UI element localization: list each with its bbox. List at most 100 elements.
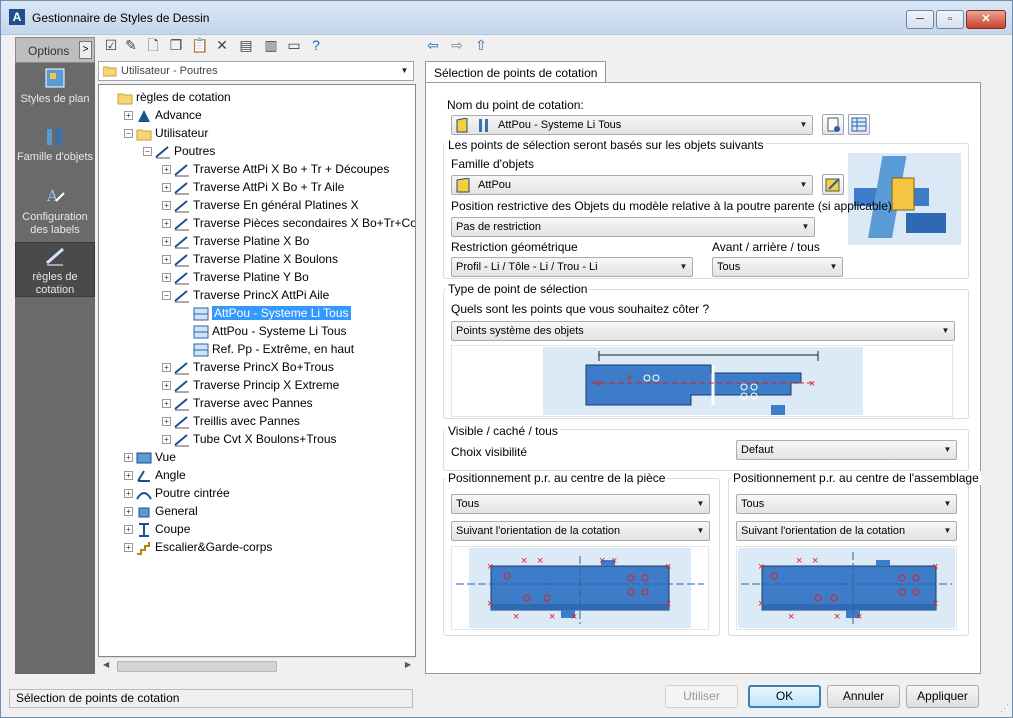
options-button[interactable]: Options > xyxy=(15,37,95,63)
up-arrow-icon[interactable]: ⇧ xyxy=(472,36,490,54)
collapse-icon[interactable]: − xyxy=(143,147,152,157)
dim-point-icon xyxy=(456,118,488,133)
import-icon[interactable]: ▤ xyxy=(237,36,255,54)
tree-node[interactable]: + Traverse Platine Y Bo xyxy=(162,268,309,286)
famille-combo[interactable]: AttPou ▼ xyxy=(451,175,813,195)
name-combo[interactable]: AttPou - Systeme Li Tous ▼ xyxy=(451,115,813,135)
ok-button[interactable]: OK xyxy=(748,685,821,708)
collapse-icon[interactable]: − xyxy=(124,129,133,139)
appliquer-button[interactable]: Appliquer xyxy=(906,685,979,708)
expand-icon[interactable]: + xyxy=(124,489,133,499)
back-arrow-icon[interactable]: ⇦ xyxy=(424,36,442,54)
tree-node[interactable]: + General xyxy=(124,502,198,520)
help-icon[interactable]: ? xyxy=(307,36,325,54)
edit-dim-point-button[interactable] xyxy=(848,114,870,135)
scroll-left-icon[interactable]: ◀ xyxy=(103,660,109,669)
expand-icon[interactable]: + xyxy=(124,111,133,121)
expand-icon[interactable]: + xyxy=(162,399,171,409)
nav-item-styles-de-plan[interactable]: Styles de plan xyxy=(15,67,95,117)
chevron-down-icon: ▼ xyxy=(679,262,688,271)
assemblage-combo-2[interactable]: Suivant l'orientation de la cotation ▼ xyxy=(736,521,957,541)
expand-icon[interactable]: + xyxy=(162,237,171,247)
scroll-right-icon[interactable]: ▶ xyxy=(405,660,411,669)
expand-icon[interactable]: + xyxy=(162,381,171,391)
tree-node[interactable]: règles de cotation xyxy=(105,88,231,106)
tree-node[interactable]: + Traverse AttPi X Bo + Tr + Découpes xyxy=(162,160,389,178)
options-expand-icon[interactable]: > xyxy=(79,41,92,59)
minimize-button[interactable]: ─ xyxy=(906,10,934,29)
tree-node[interactable]: − Poutres xyxy=(143,142,215,160)
position-combo[interactable]: Pas de restriction ▼ xyxy=(451,217,815,237)
tree-node[interactable]: + Traverse PrincX Bo+Trous xyxy=(162,358,334,376)
tree-node[interactable]: + Advance xyxy=(124,106,202,124)
expand-icon[interactable]: + xyxy=(162,255,171,265)
expand-icon[interactable]: + xyxy=(124,543,133,553)
tree-node[interactable]: − Traverse PrincX AttPi Aile xyxy=(162,286,329,304)
position-label: Position restrictive des Objets du modèl… xyxy=(451,199,892,213)
copy-icon[interactable]: ❐ xyxy=(167,36,185,54)
svg-text:×: × xyxy=(758,561,764,573)
tree-node[interactable]: + Poutre cintrée xyxy=(124,484,230,502)
assemblage-combo-1[interactable]: Tous ▼ xyxy=(736,494,957,514)
status-bar: Sélection de points de cotation xyxy=(9,689,413,708)
annuler-button[interactable]: Annuler xyxy=(827,685,900,708)
nav-item-configuration-labels[interactable]: A Configuration des labels xyxy=(15,185,95,236)
points-combo[interactable]: Points système des objets ▼ xyxy=(451,321,955,341)
maximize-button[interactable]: ▫ xyxy=(936,10,964,29)
tree-node[interactable]: Ref. Pp - Extrême, en haut xyxy=(181,340,354,358)
tree-node[interactable]: + Angle xyxy=(124,466,186,484)
expand-icon[interactable]: + xyxy=(162,165,171,175)
paste-icon[interactable]: 📋 xyxy=(191,36,209,54)
tree-node[interactable]: + Traverse AttPi X Bo + Tr Aile xyxy=(162,178,344,196)
edit-icon[interactable]: ✎ xyxy=(122,36,140,54)
avant-combo[interactable]: Tous ▼ xyxy=(712,257,843,277)
expand-icon[interactable]: + xyxy=(162,219,171,229)
tree-node[interactable]: + Escalier&Garde-corps xyxy=(124,538,272,556)
scrollbar-thumb[interactable] xyxy=(117,661,277,672)
delete-icon[interactable]: ✕ xyxy=(213,36,231,54)
tree-node[interactable]: + Traverse Princip X Extreme xyxy=(162,376,339,394)
new-icon[interactable]: 🗋 xyxy=(144,36,162,54)
edit-famille-button[interactable] xyxy=(822,174,844,195)
utiliser-button[interactable]: Utiliser xyxy=(665,685,738,708)
restriction-combo[interactable]: Profil - Li / Tôle - Li / Trou - Li ▼ xyxy=(451,257,693,277)
expand-icon[interactable]: + xyxy=(124,507,133,517)
tab-selection-points[interactable]: Sélection de points de cotation xyxy=(425,61,607,83)
expand-icon[interactable]: + xyxy=(162,417,171,427)
expand-icon[interactable]: + xyxy=(124,471,133,481)
close-button[interactable]: ✕ xyxy=(966,10,1006,29)
nav-item-regles-cotation[interactable]: règles de cotation xyxy=(15,242,95,297)
export-icon[interactable]: ▥ xyxy=(262,36,280,54)
new-dim-point-button[interactable] xyxy=(822,114,844,135)
expand-icon[interactable]: + xyxy=(162,363,171,373)
tree-node[interactable]: AttPou - Systeme Li Tous xyxy=(181,304,351,322)
tree-node[interactable]: + Traverse En général Platines X xyxy=(162,196,359,214)
tree-node[interactable]: AttPou - Systeme Li Tous xyxy=(181,322,347,340)
tree-node[interactable]: + Treillis avec Pannes xyxy=(162,412,300,430)
expand-icon[interactable]: + xyxy=(162,435,171,445)
expand-icon[interactable]: + xyxy=(124,453,133,463)
choix-combo[interactable]: Defaut ▼ xyxy=(736,440,957,460)
expand-icon[interactable]: + xyxy=(162,201,171,211)
forward-arrow-icon[interactable]: ⇨ xyxy=(448,36,466,54)
tree-node[interactable]: − Utilisateur xyxy=(124,124,208,142)
tree-node[interactable]: + Traverse Platine X Boulons xyxy=(162,250,338,268)
expand-icon[interactable]: + xyxy=(124,525,133,535)
tree-node[interactable]: + Traverse avec Pannes xyxy=(162,394,313,412)
tree-node[interactable]: + Vue xyxy=(124,448,176,466)
tree-node[interactable]: + Traverse Pièces secondaires X Bo+Tr+Con… xyxy=(162,214,415,232)
tree-node[interactable]: + Coupe xyxy=(124,520,190,538)
tree-node[interactable]: + Tube Cvt X Boulons+Trous xyxy=(162,430,337,448)
collapse-icon[interactable]: − xyxy=(162,291,171,301)
resize-grip-icon[interactable]: ⋰ xyxy=(1000,703,1009,714)
dimension-icon[interactable]: ▭ xyxy=(285,36,303,54)
piece-combo-1[interactable]: Tous ▼ xyxy=(451,494,710,514)
checkbox-icon[interactable]: ☑ xyxy=(102,36,120,54)
expand-icon[interactable]: + xyxy=(162,183,171,193)
tree-filter-combo[interactable]: Utilisateur - Poutres ▼ xyxy=(98,61,414,81)
tree-node[interactable]: + Traverse Platine X Bo xyxy=(162,232,309,250)
tree-horizontal-scrollbar[interactable]: ◀ ▶ xyxy=(99,657,415,674)
expand-icon[interactable]: + xyxy=(162,273,171,283)
nav-item-famille-objets[interactable]: Famille d'objets xyxy=(15,125,95,175)
piece-combo-2[interactable]: Suivant l'orientation de la cotation ▼ xyxy=(451,521,710,541)
